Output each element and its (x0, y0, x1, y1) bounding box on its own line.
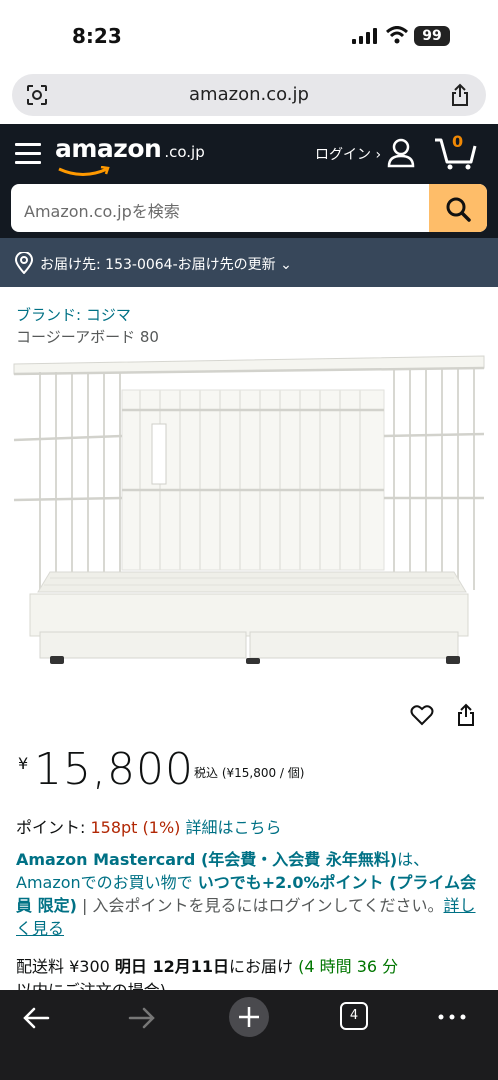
price-currency: ¥ (18, 754, 29, 773)
order-window: (4 時間 36 分 (298, 957, 399, 976)
search-input[interactable]: Amazon.co.jpを検索 (24, 198, 180, 222)
smile-icon (58, 166, 110, 176)
delivery-location-bar[interactable]: お届け先: 153-0064-お届け先の更新 ⌄ (0, 238, 498, 287)
new-tab-icon[interactable] (228, 996, 270, 1038)
browser-toolbar: 4 (0, 990, 498, 1080)
menu-icon[interactable] (15, 143, 41, 164)
amazon-header: amazon .co.jp ログイン › 0 Amazon.co.jpを検索 (0, 124, 498, 238)
status-time: 8:23 (72, 24, 122, 48)
brand-link[interactable]: ブランド: コジマ (16, 304, 131, 325)
delivery-date: 明日 12月11日 (114, 957, 230, 976)
points-value: 158pt (1%) (90, 818, 181, 837)
mastercard-title[interactable]: Amazon Mastercard (年会費・入会費 永年無料) (16, 850, 397, 869)
amazon-logo[interactable]: amazon .co.jp (55, 134, 205, 176)
more-menu-icon[interactable] (438, 1014, 466, 1020)
product-title: コージーアボード 80 (16, 328, 159, 346)
points-row: ポイント: 158pt (1%) 詳細はこちら (16, 814, 282, 838)
share-icon[interactable] (450, 83, 470, 107)
mastercard-promo[interactable]: Amazon Mastercard (年会費・入会費 永年無料)は、Amazon… (16, 848, 484, 940)
share-product-icon[interactable] (456, 703, 476, 727)
cart-count: 0 (452, 132, 464, 151)
shipping-middle: にお届け (229, 957, 299, 976)
tabs-button[interactable]: 4 (340, 1002, 368, 1030)
account-icon[interactable] (386, 138, 416, 168)
location-pin-icon (15, 252, 33, 274)
logo-word: amazon (55, 134, 162, 163)
url-text[interactable]: amazon.co.jp (12, 84, 486, 105)
search-icon (446, 197, 471, 222)
login-link[interactable]: ログイン › (315, 144, 381, 164)
delivery-address[interactable]: お届け先: 153-0064-お届け先の更新 ⌄ (40, 254, 292, 274)
battery-indicator: 99 (414, 26, 450, 46)
cart-button[interactable]: 0 (433, 132, 477, 170)
product-image[interactable] (10, 350, 488, 670)
shipping-fee: 配送料 ¥300 (16, 957, 115, 976)
status-bar: 8:23 99 (0, 0, 498, 70)
search-button[interactable] (429, 184, 487, 232)
wifi-icon (386, 26, 408, 44)
points-details-link[interactable]: 詳細はこちら (186, 818, 282, 837)
back-icon[interactable] (22, 1006, 50, 1030)
search-bar[interactable]: Amazon.co.jpを検索 (11, 184, 487, 232)
address-bar[interactable]: amazon.co.jp (12, 74, 486, 116)
logo-tld: .co.jp (164, 143, 205, 161)
mastercard-login-note: | 入会ポイントを見るにはログインしてください。 (76, 896, 444, 915)
tax-note: 税込 (¥15,800 / 個) (194, 766, 305, 780)
points-label: ポイント: (16, 818, 91, 837)
heart-icon[interactable] (410, 703, 434, 727)
cage-illustration (10, 350, 488, 670)
price-amount: 15,800 (34, 744, 194, 795)
signal-icon (352, 28, 377, 44)
forward-icon[interactable] (128, 1006, 156, 1030)
